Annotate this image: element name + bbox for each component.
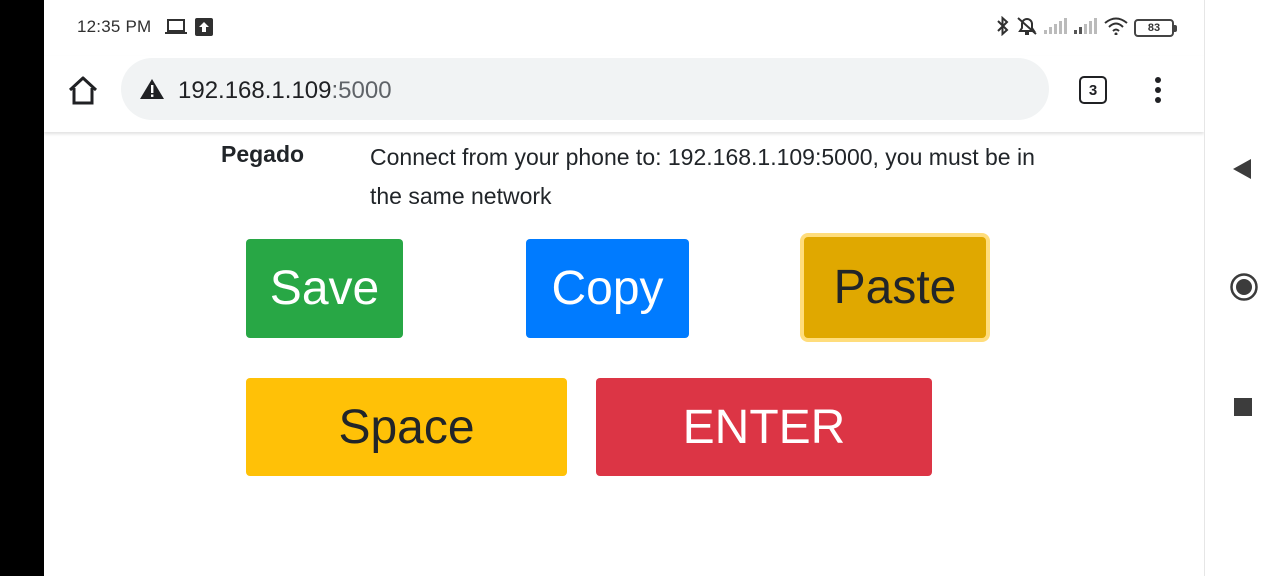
browser-toolbar: 192.168.1.109:5000 3: [44, 56, 1204, 132]
alarm-off-icon: [1016, 16, 1038, 41]
battery-level: 83: [1147, 22, 1161, 34]
url-text[interactable]: 192.168.1.109:5000: [178, 77, 392, 105]
more-vert-icon[interactable]: [1146, 74, 1170, 106]
status-bar: 12:35 PM 83: [44, 0, 1204, 56]
page-content: Pegado Connect from your phone to: 192.1…: [44, 132, 1204, 576]
page-label: Pegado: [221, 141, 305, 167]
status-icons: 83: [996, 14, 1177, 42]
url-host: 192.168.1.109: [178, 77, 332, 104]
url-port: :5000: [331, 77, 392, 104]
wifi-icon: [1104, 17, 1128, 40]
signal-icon: [1074, 17, 1098, 39]
laptop-icon: [165, 19, 187, 40]
enter-button[interactable]: ENTER: [596, 378, 932, 476]
connection-message: Connect from your phone to: 192.168.1.10…: [370, 144, 1035, 209]
warning-icon[interactable]: [139, 78, 165, 105]
paste-button[interactable]: Paste: [804, 237, 986, 338]
tab-switcher-button[interactable]: 3: [1079, 76, 1107, 104]
recents-icon[interactable]: [1233, 397, 1253, 422]
navigation-bar: [1204, 0, 1280, 576]
upload-icon: [195, 18, 213, 41]
battery-icon: 83: [1134, 19, 1177, 37]
copy-button[interactable]: Copy: [526, 239, 689, 338]
back-icon[interactable]: [1231, 157, 1253, 186]
tab-count: 3: [1088, 81, 1098, 99]
space-button[interactable]: Space: [246, 378, 567, 476]
home-icon[interactable]: [66, 74, 100, 108]
signal-icon: [1044, 17, 1068, 39]
status-time: 12:35 PM: [77, 17, 152, 36]
url-bar[interactable]: 192.168.1.109:5000: [121, 58, 1049, 120]
home-circle-icon[interactable]: [1229, 272, 1259, 307]
save-button[interactable]: Save: [246, 239, 403, 338]
phone-screen: 12:35 PM 83 192.168.1.109:5000 3 Pegado …: [44, 0, 1204, 576]
bluetooth-icon: [996, 15, 1010, 41]
